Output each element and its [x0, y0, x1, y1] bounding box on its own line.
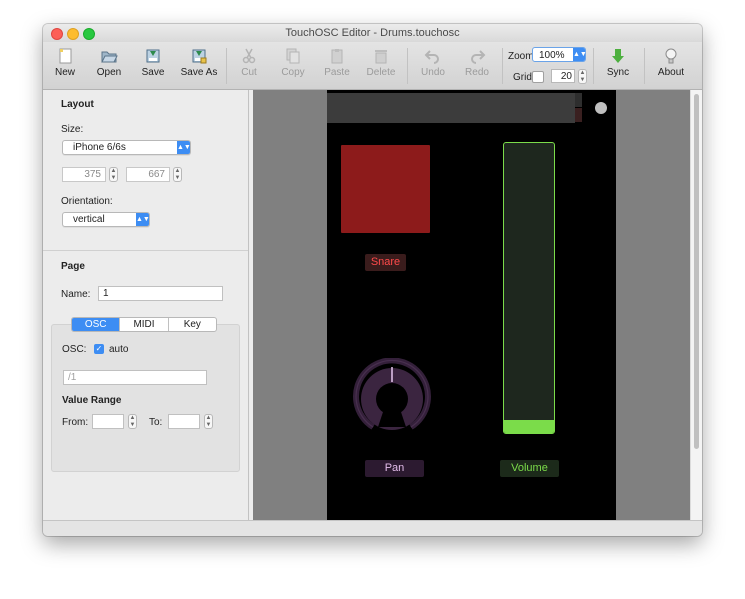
scrollbar-thumb[interactable] [694, 94, 699, 449]
close-window-button[interactable] [51, 28, 63, 40]
clipboard-icon [328, 47, 346, 65]
tab-key[interactable]: Key [167, 318, 216, 331]
pan-label[interactable]: Pan [365, 460, 424, 477]
save-as-button[interactable]: Save As [175, 46, 223, 86]
range-from-field[interactable] [92, 414, 124, 429]
page-tabs: OSC MIDI Key [71, 317, 217, 332]
volume-fader[interactable] [503, 142, 555, 434]
width-stepper[interactable]: ▲ ▼ [109, 167, 118, 182]
undo-arrow-icon [424, 47, 442, 65]
zoom-label: Zoom [508, 51, 534, 62]
height-stepper[interactable]: ▲ ▼ [173, 167, 182, 182]
page-tab-bar[interactable] [327, 93, 575, 123]
device-screen[interactable]: Snare Pan Volume [327, 90, 616, 520]
status-bar [43, 520, 702, 536]
canvas-scrollbar[interactable] [690, 90, 702, 520]
paste-button[interactable]: Paste [315, 46, 359, 86]
osc-tab-panel: OSC: ✓ auto /1 Value Range From: ▲ ▼ To: … [51, 324, 240, 472]
volume-label[interactable]: Volume [500, 460, 559, 477]
snare-label[interactable]: Snare [365, 254, 406, 271]
from-label: From: [62, 417, 89, 428]
layout-heading: Layout [61, 99, 94, 110]
grid-label: Grid [513, 72, 532, 83]
page-heading: Page [61, 261, 85, 272]
to-label: To: [149, 417, 163, 428]
value-range-label: Value Range [62, 395, 122, 406]
pan-knob[interactable] [351, 358, 433, 440]
layout-canvas[interactable]: Snare Pan Volume [253, 90, 690, 520]
name-label: Name: [61, 289, 91, 300]
grid-size-stepper[interactable]: ▲ ▼ [578, 69, 587, 84]
chevron-updown-icon: ▲▼ [573, 48, 587, 61]
open-button[interactable]: Open [87, 46, 131, 86]
auto-label: auto [109, 344, 129, 355]
minimize-window-button[interactable] [67, 28, 79, 40]
range-to-field[interactable] [168, 414, 200, 429]
snare-pad[interactable] [341, 145, 430, 233]
range-to-stepper[interactable]: ▲ ▼ [204, 414, 213, 429]
osc-label: OSC: [62, 344, 87, 355]
orientation-value: vertical [73, 214, 105, 225]
zoom-select[interactable]: 100% ▲▼ [532, 47, 587, 62]
grid-checkbox[interactable] [532, 71, 544, 83]
toolbar-separator [502, 48, 503, 84]
lightbulb-icon [662, 47, 680, 65]
chevron-updown-icon: ▲▼ [136, 213, 150, 226]
toolbar-separator [593, 48, 594, 84]
tab-midi[interactable]: MIDI [119, 318, 167, 331]
page-toggle-button[interactable] [591, 98, 611, 118]
save-icon [144, 47, 162, 65]
grid-size-field[interactable]: 20 [551, 69, 575, 83]
size-select[interactable]: iPhone 6/6s ▲▼ [62, 140, 191, 155]
section-divider [43, 250, 248, 251]
orientation-select[interactable]: vertical ▲▼ [62, 212, 150, 227]
save-as-icon [190, 47, 208, 65]
page-tab[interactable] [575, 93, 582, 107]
page-tab[interactable] [575, 108, 582, 122]
zoom-value: 100% [539, 50, 565, 61]
zoom-window-button[interactable] [83, 28, 95, 40]
page-name-field[interactable]: 1 [98, 286, 223, 301]
editor-window: TouchOSC Editor - Drums.touchosc New Ope… [43, 24, 702, 536]
redo-arrow-icon [468, 47, 486, 65]
sync-arrow-icon [609, 47, 627, 65]
toolbar-separator [407, 48, 408, 84]
width-field[interactable]: 375 [62, 167, 106, 182]
toolbar: New Open Save Save As Cut Copy Paste Del… [43, 42, 702, 90]
range-from-stepper[interactable]: ▲ ▼ [128, 414, 137, 429]
title-bar: TouchOSC Editor - Drums.touchosc [43, 24, 702, 42]
window-title: TouchOSC Editor - Drums.touchosc [285, 27, 460, 39]
properties-sidebar: Layout Size: iPhone 6/6s ▲▼ 375 ▲ ▼ 667 ▲… [43, 90, 249, 520]
size-value: iPhone 6/6s [73, 142, 126, 153]
copy-icon [284, 47, 302, 65]
auto-checkbox[interactable]: ✓ [94, 344, 104, 354]
delete-button[interactable]: Delete [359, 46, 403, 86]
chevron-updown-icon: ▲▼ [177, 141, 191, 154]
height-field[interactable]: 667 [126, 167, 170, 182]
save-button[interactable]: Save [131, 46, 175, 86]
fader-level-fill [504, 420, 554, 433]
copy-button[interactable]: Copy [271, 46, 315, 86]
cut-button[interactable]: Cut [227, 46, 271, 86]
orientation-label: Orientation: [61, 196, 113, 207]
osc-address-field[interactable]: /1 [63, 370, 207, 385]
about-button[interactable]: About [649, 46, 693, 86]
circle-icon [595, 102, 607, 114]
scissors-icon [240, 47, 258, 65]
new-document-icon [56, 47, 74, 65]
trash-icon [372, 47, 390, 65]
toolbar-separator [644, 48, 645, 84]
size-label: Size: [61, 124, 84, 135]
new-button[interactable]: New [43, 46, 87, 86]
open-folder-icon [100, 47, 118, 65]
sync-button[interactable]: Sync [596, 46, 640, 86]
redo-button[interactable]: Redo [455, 46, 499, 86]
tab-osc[interactable]: OSC [72, 318, 120, 331]
undo-button[interactable]: Undo [411, 46, 455, 86]
